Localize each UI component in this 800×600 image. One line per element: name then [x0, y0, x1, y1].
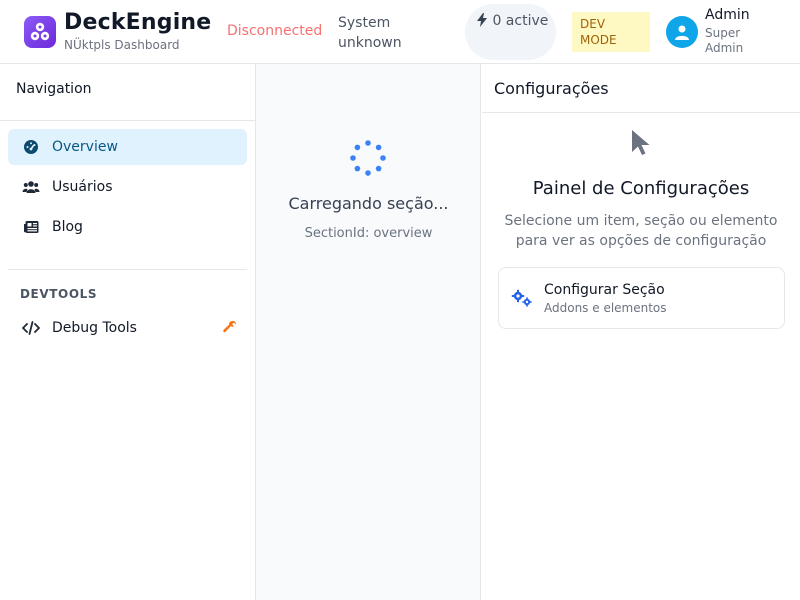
- sidebar-item-label: Overview: [52, 139, 118, 155]
- logo: [24, 16, 56, 48]
- wrench-icon: [223, 320, 237, 338]
- config-card-title: Configurar Seção: [544, 282, 665, 298]
- system-status: System unknown: [338, 15, 402, 51]
- dashboard-icon: [22, 138, 40, 156]
- newspaper-icon: [22, 218, 40, 236]
- top-header: DeckEngine NÜktpls Dashboard Disconnecte…: [0, 0, 800, 64]
- config-card-subtitle: Addons e elementos: [544, 301, 667, 315]
- users-icon: [22, 178, 40, 196]
- user-icon: [675, 25, 689, 40]
- settings-panel-title: Configurações: [494, 79, 609, 98]
- settings-description: Selecione um item, seção ou elemento par…: [504, 213, 778, 249]
- sidebar-title: Navigation: [16, 81, 92, 97]
- active-count-pill: 0 active: [465, 4, 556, 60]
- logo-icon: [30, 22, 50, 41]
- content-area: Carregando seção... SectionId: overview: [256, 64, 481, 600]
- sidebar-item-label: Blog: [52, 219, 83, 235]
- user-name: Admin: [705, 7, 750, 23]
- app-title: DeckEngine: [64, 10, 212, 35]
- devtools-heading: DEVTOOLS: [20, 287, 98, 301]
- bolt-icon: [477, 13, 487, 27]
- sidebar-item-label: Usuários: [52, 179, 113, 195]
- cogs-icon: [511, 289, 532, 307]
- user-role: Super Admin: [705, 26, 744, 55]
- dev-mode-badge: DEV MODE: [572, 12, 650, 52]
- configure-section-card[interactable]: Configurar Seção Addons e elementos: [498, 267, 785, 329]
- settings-panel: Configurações Painel de Configurações Se…: [482, 64, 800, 600]
- sidebar-item-usuarios[interactable]: Usuários: [8, 169, 247, 205]
- sidebar: Navigation Overview Usuários Blog DEVTOO…: [0, 64, 256, 600]
- section-id: SectionId: overview: [304, 226, 433, 241]
- sidebar-item-blog[interactable]: Blog: [8, 209, 247, 245]
- connection-status: Disconnected: [227, 23, 323, 39]
- sidebar-item-overview[interactable]: Overview: [8, 129, 247, 165]
- active-count: 0 active: [492, 13, 549, 29]
- code-icon: [22, 319, 40, 337]
- app-subtitle: NÜktpls Dashboard: [64, 38, 180, 52]
- avatar[interactable]: [666, 16, 698, 48]
- loading-text: Carregando seção...: [288, 194, 449, 213]
- divider: [482, 112, 800, 113]
- sidebar-item-debug-tools[interactable]: Debug Tools: [8, 310, 247, 346]
- cursor-icon: [632, 130, 650, 155]
- loading-spinner-icon: [350, 140, 386, 176]
- divider: [8, 269, 247, 270]
- divider: [0, 120, 255, 121]
- sidebar-item-label: Debug Tools: [52, 320, 137, 336]
- settings-heading: Painel de Configurações: [532, 178, 750, 199]
